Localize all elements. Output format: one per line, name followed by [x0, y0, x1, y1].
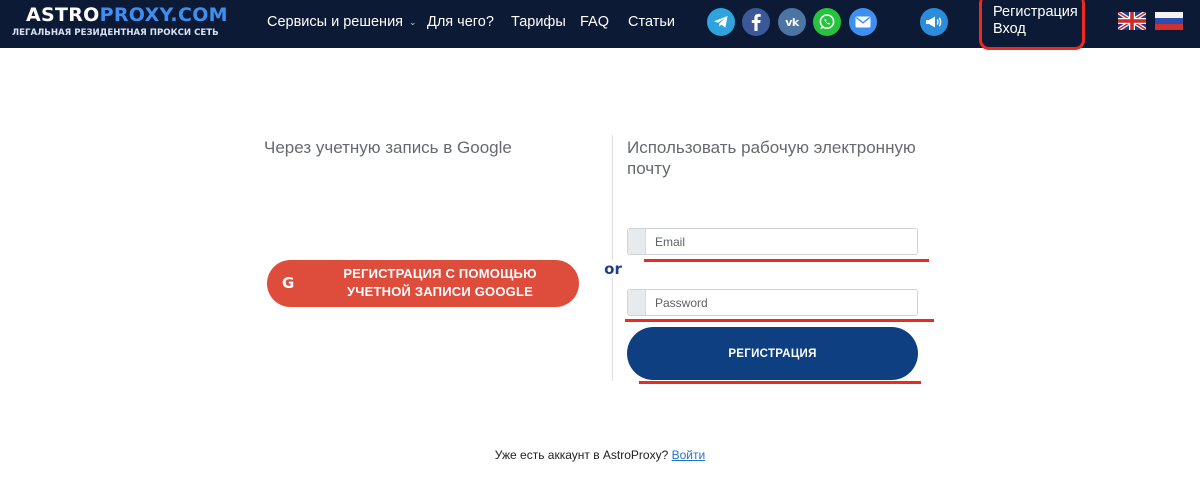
- megaphone-icon[interactable]: [920, 8, 948, 36]
- site-logo[interactable]: ASTROPROXY.COM ЛЕГАЛЬНАЯ РЕЗИДЕНТНАЯ ПРО…: [12, 4, 228, 39]
- nav-item-faq[interactable]: FAQ: [580, 0, 609, 44]
- top-navbar: ASTROPROXY.COM ЛЕГАЛЬНАЯ РЕЗИДЕНТНАЯ ПРО…: [0, 0, 1200, 48]
- password-input[interactable]: [647, 290, 917, 315]
- nav-item-pricing[interactable]: Тарифы: [511, 0, 566, 44]
- login-prompt-text: Уже есть аккаунт в AstroProxy?: [494, 448, 669, 462]
- login-prompt: Уже есть аккаунт в AstroProxy? Войти: [0, 448, 1200, 462]
- email-input[interactable]: [647, 229, 917, 254]
- email-field: [627, 228, 918, 255]
- nav-item-services[interactable]: Сервисы и решения ⌄: [267, 0, 417, 44]
- google-icon: G: [282, 274, 295, 292]
- login-link[interactable]: Вход: [993, 21, 1078, 38]
- or-separator: or: [604, 260, 622, 278]
- annotation-underline-password: [625, 319, 934, 322]
- register-link[interactable]: Регистрация: [993, 4, 1078, 21]
- nav-item-label: Сервисы и решения: [267, 14, 404, 30]
- nav-item-what-for[interactable]: Для чего?: [427, 0, 494, 44]
- uk-flag-icon[interactable]: [1118, 12, 1146, 30]
- email-icon[interactable]: [849, 8, 877, 36]
- logo-wordmark: ASTROPROXY.COM: [12, 4, 228, 26]
- logo-tagline: ЛЕГАЛЬНАЯ РЕЗИДЕНТНАЯ ПРОКСИ СЕТЬ: [12, 28, 219, 38]
- nav-item-label: Тарифы: [511, 14, 566, 30]
- google-register-button[interactable]: G РЕГИСТРАЦИЯ С ПОМОЩЬЮ УЧЕТНОЙ ЗАПИСИ G…: [267, 260, 579, 307]
- logo-part-2: PROXY.COM: [99, 4, 228, 26]
- chevron-down-icon: ⌄: [409, 17, 417, 27]
- google-section-title: Через учетную запись в Google: [264, 138, 512, 157]
- telegram-icon[interactable]: [707, 8, 735, 36]
- annotation-underline-email: [644, 259, 929, 262]
- ru-flag-icon[interactable]: [1155, 12, 1183, 30]
- password-field: [627, 289, 918, 316]
- vk-icon[interactable]: vk: [778, 8, 806, 36]
- register-submit-button[interactable]: РЕГИСТРАЦИЯ: [627, 327, 918, 380]
- logo-part-1: ASTRO: [26, 4, 100, 26]
- whatsapp-icon[interactable]: [813, 8, 841, 36]
- email-field-addon: [628, 229, 646, 254]
- nav-item-label: Статьи: [628, 14, 675, 30]
- nav-item-label: FAQ: [580, 14, 610, 30]
- login-link-footer[interactable]: Войти: [672, 448, 706, 462]
- password-field-addon: [628, 290, 646, 315]
- annotation-underline-submit: [639, 381, 921, 384]
- auth-links: Регистрация Вход: [993, 4, 1078, 38]
- facebook-icon[interactable]: [742, 8, 770, 36]
- google-register-label: РЕГИСТРАЦИЯ С ПОМОЩЬЮ УЧЕТНОЙ ЗАПИСИ GOO…: [343, 266, 537, 299]
- nav-item-articles[interactable]: Статьи: [628, 0, 675, 44]
- email-section-title: Использовать рабочую электронную почту: [627, 138, 916, 178]
- nav-item-label: Для чего?: [427, 14, 494, 30]
- column-divider: [612, 135, 613, 381]
